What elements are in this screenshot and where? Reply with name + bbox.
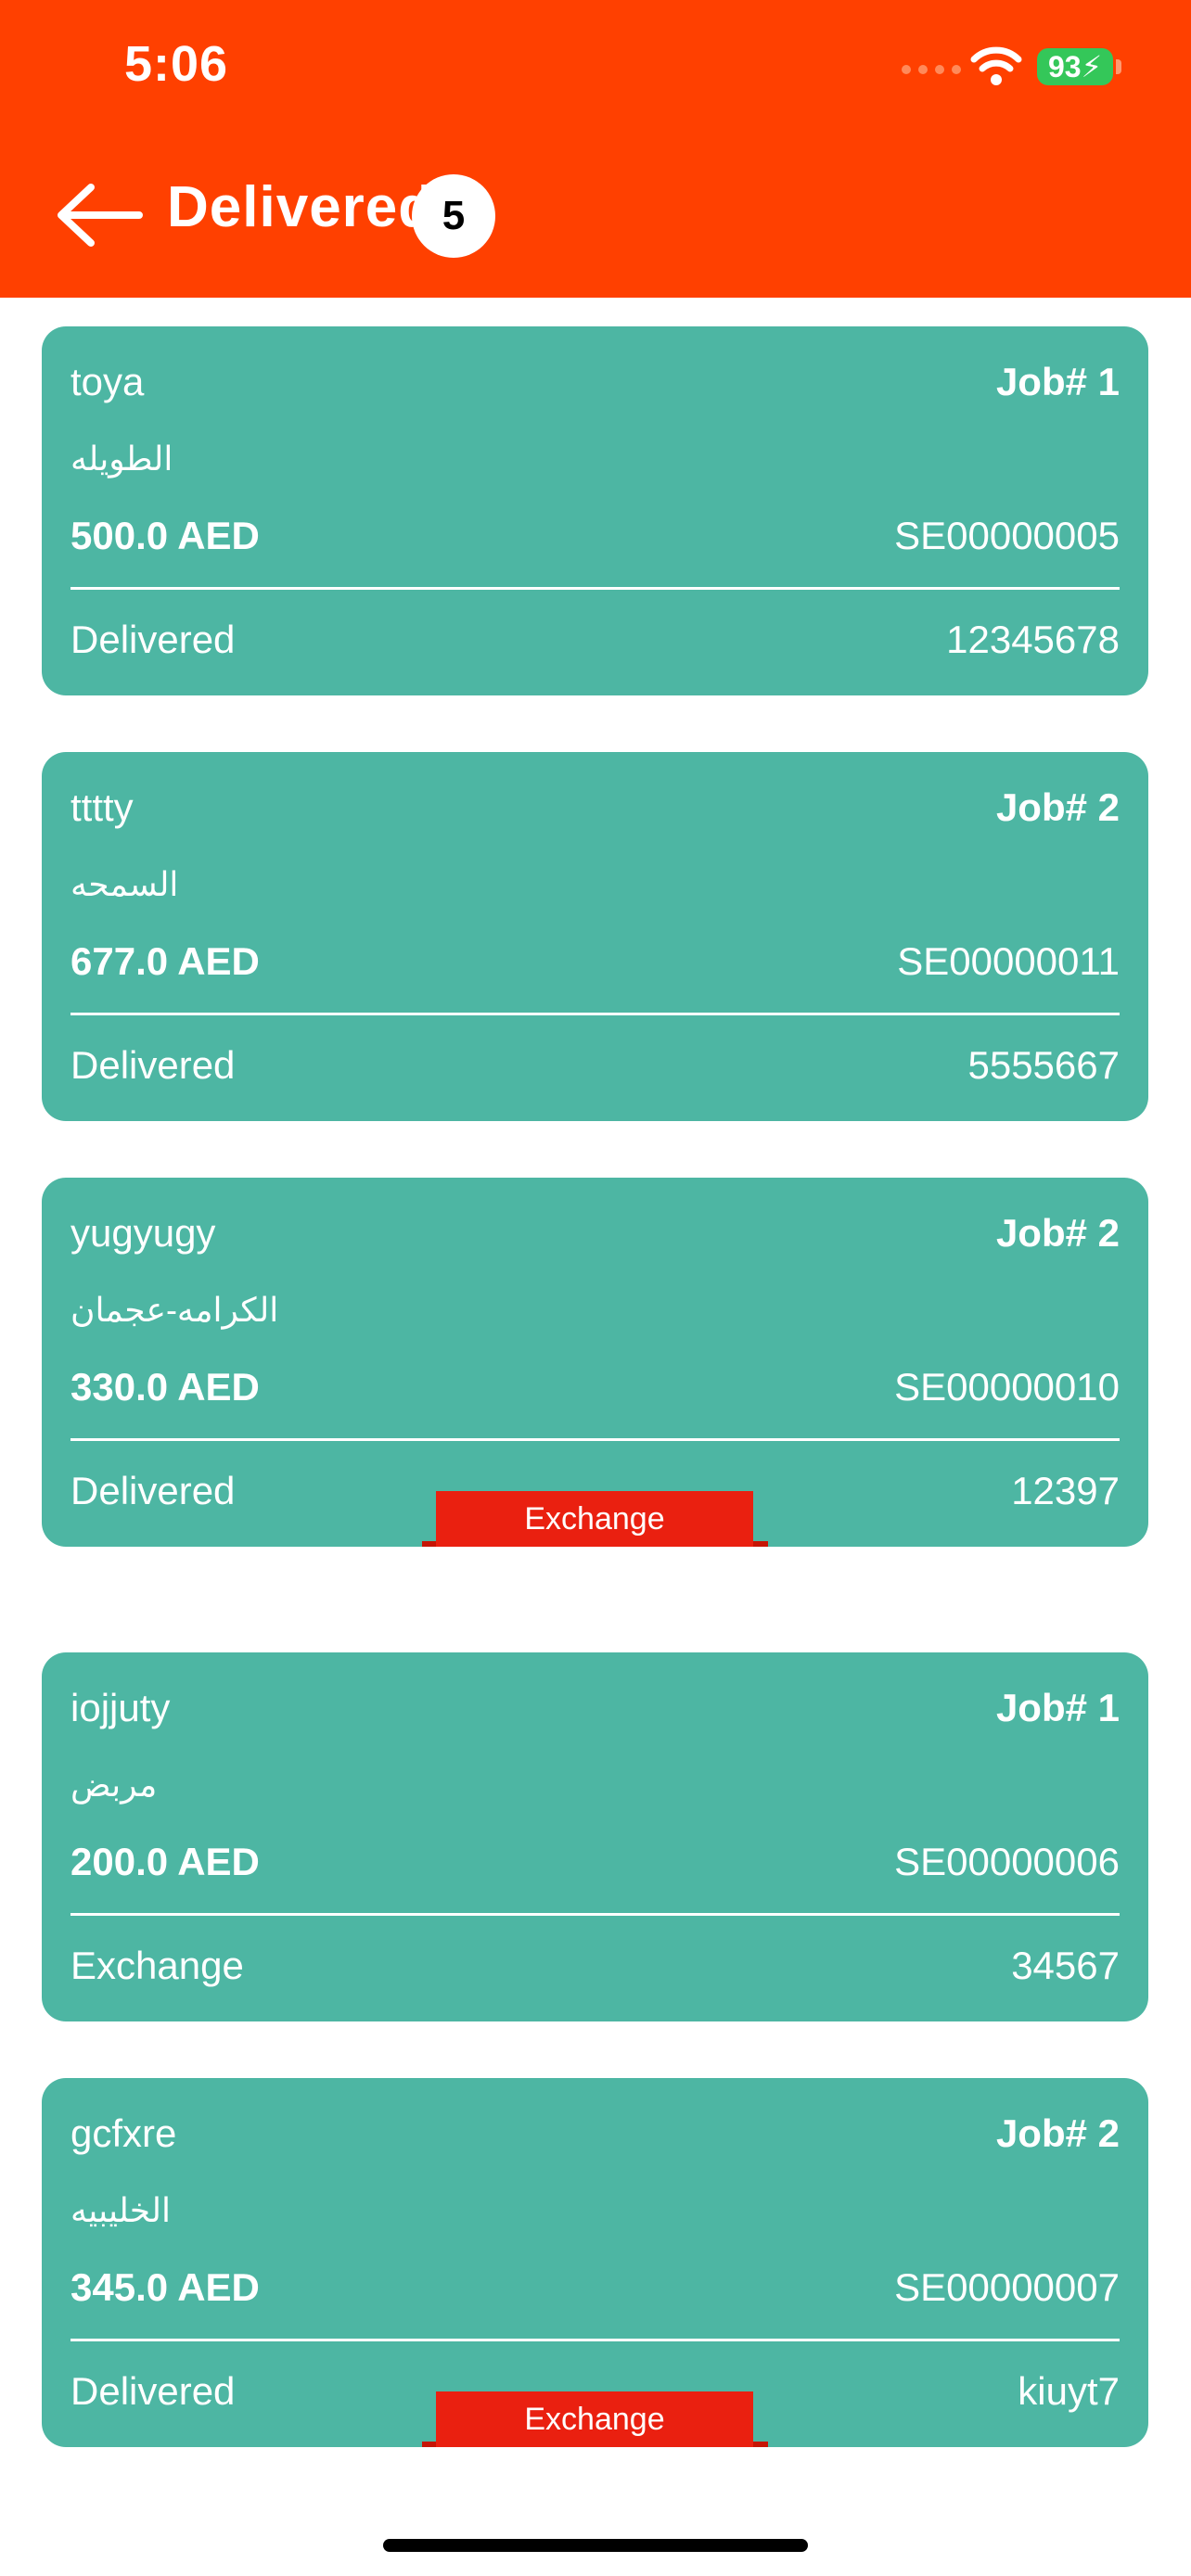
- status-time: 5:06: [124, 36, 229, 92]
- back-arrow-icon[interactable]: [54, 182, 145, 249]
- reference-number: 12397: [1011, 1469, 1120, 1512]
- divider: [70, 1913, 1120, 1916]
- battery-cap: [1116, 59, 1121, 74]
- divider: [70, 2339, 1120, 2341]
- customer-name: yugyugy: [70, 1211, 216, 1255]
- job-number: Job# 2: [995, 785, 1120, 829]
- amount: 330.0 AED: [70, 1365, 260, 1409]
- ribbon-flap-right: [751, 2442, 768, 2447]
- job-number: Job# 1: [995, 1686, 1120, 1729]
- amount: 500.0 AED: [70, 514, 260, 557]
- customer-name: toya: [70, 360, 145, 403]
- job-card[interactable]: iojjuty Job# 1 مربض 200.0 AED SE00000006 E…: [42, 1652, 1148, 2021]
- count-badge: 5: [412, 174, 495, 258]
- job-number: Job# 2: [995, 1211, 1120, 1255]
- exchange-ribbon: Exchange: [436, 1491, 753, 1547]
- job-number: Job# 2: [995, 2111, 1120, 2155]
- amount: 200.0 AED: [70, 1840, 260, 1883]
- shipment-code: SE00000007: [894, 2265, 1120, 2309]
- reference-number: kiuyt7: [1018, 2369, 1120, 2413]
- shipment-code: SE00000011: [897, 939, 1120, 983]
- divider: [70, 1013, 1120, 1015]
- status-label: Exchange: [70, 1944, 244, 1987]
- battery-indicator: 93 ⚡: [1037, 48, 1113, 85]
- status-label: Delivered: [70, 2369, 236, 2413]
- app-header: 5:06 93 ⚡ Delivered 5: [0, 0, 1191, 298]
- reference-number: 5555667: [967, 1043, 1120, 1087]
- area-name: الكرامه-عجمان: [70, 1291, 279, 1329]
- customer-name: tttty: [70, 785, 134, 829]
- home-indicator[interactable]: [383, 2539, 808, 2552]
- job-card[interactable]: yugyugy Job# 2 الكرامه-عجمان 330.0 AED SE0…: [42, 1178, 1148, 1547]
- area-name: الخليبيه: [70, 2191, 172, 2229]
- job-card[interactable]: gcfxre Job# 2 الخليبيه 345.0 AED SE0000000…: [42, 2078, 1148, 2447]
- shipment-code: SE00000010: [894, 1365, 1120, 1409]
- exchange-ribbon: Exchange: [436, 2391, 753, 2447]
- job-card[interactable]: tttty Job# 2 السمحه 677.0 AED SE00000011 D…: [42, 752, 1148, 1121]
- divider: [70, 587, 1120, 590]
- reference-number: 34567: [1011, 1944, 1120, 1987]
- customer-name: gcfxre: [70, 2111, 177, 2155]
- amount: 345.0 AED: [70, 2265, 260, 2309]
- shipment-code: SE00000006: [894, 1840, 1120, 1883]
- reference-number: 12345678: [946, 618, 1120, 661]
- status-label: Delivered: [70, 618, 236, 661]
- area-name: الطويله: [70, 440, 173, 478]
- wifi-icon: [970, 46, 1022, 85]
- ribbon-flap-right: [751, 1541, 768, 1547]
- area-name: مربض: [70, 1766, 158, 1804]
- status-label: Delivered: [70, 1469, 236, 1512]
- status-label: Delivered: [70, 1043, 236, 1087]
- job-card[interactable]: toya Job# 1 الطويله 500.0 AED SE00000005 D…: [42, 326, 1148, 695]
- customer-name: iojjuty: [70, 1686, 171, 1729]
- shipment-code: SE00000005: [894, 514, 1120, 557]
- area-name: السمحه: [70, 865, 179, 903]
- job-number: Job# 1: [995, 360, 1120, 403]
- page-title: Delivered: [167, 175, 435, 239]
- divider: [70, 1438, 1120, 1441]
- amount: 677.0 AED: [70, 939, 260, 983]
- cellular-signal-icon: [902, 65, 961, 74]
